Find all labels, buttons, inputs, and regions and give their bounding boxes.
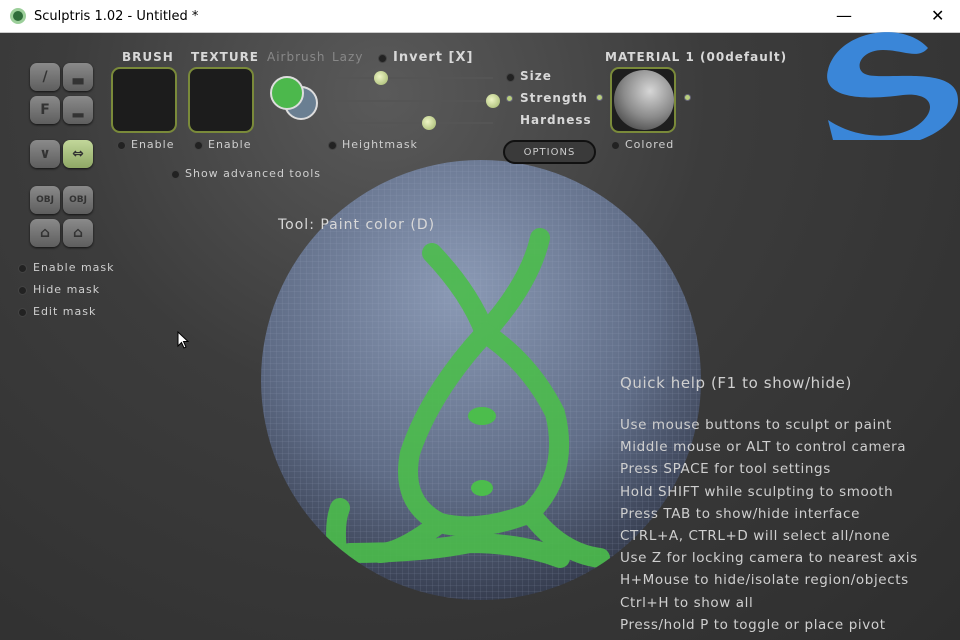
hide-mask-toggle[interactable] — [18, 286, 27, 295]
size-slider-knob[interactable] — [374, 71, 388, 85]
quick-help-line: Ctrl+H to show all — [620, 594, 754, 611]
symmetry-button[interactable]: ⇔ — [63, 140, 93, 168]
mouse-cursor-icon — [177, 331, 189, 349]
options-button[interactable]: OPTIONS — [503, 140, 596, 164]
quick-help-title: Quick help (F1 to show/hide) — [620, 374, 852, 392]
texture-swatch[interactable] — [188, 67, 254, 133]
texture-enable-label[interactable]: Enable — [208, 138, 251, 151]
quick-help-line: Press TAB to show/hide interface — [620, 505, 860, 522]
crease-tool-button[interactable]: ▃ — [63, 63, 93, 91]
material-prev-button[interactable] — [596, 94, 603, 101]
quick-help-line: Use Z for locking camera to nearest axis — [620, 550, 918, 567]
quick-help-line: Use mouse buttons to sculpt or paint — [620, 417, 892, 433]
size-label: Size — [520, 69, 552, 83]
app-icon — [10, 8, 26, 24]
material-next-button[interactable] — [684, 94, 691, 101]
enable-mask-label[interactable]: Enable mask — [33, 261, 115, 274]
heightmask-label[interactable]: Heightmask — [342, 138, 418, 151]
strength-slider[interactable] — [333, 94, 500, 108]
quick-help-line: Press/hold P to toggle or place pivot — [620, 616, 886, 633]
heightmask-toggle[interactable] — [328, 141, 337, 150]
inflate-tool-button[interactable]: ▂ — [63, 96, 93, 124]
texture-label: TEXTURE — [191, 50, 260, 64]
open-file-button[interactable]: ⌂ — [30, 219, 60, 247]
quick-help-line: Press SPACE for tool settings — [620, 461, 831, 478]
hardness-label: Hardness — [520, 113, 592, 127]
hardness-slider-knob[interactable] — [422, 116, 436, 130]
material-preview[interactable] — [610, 67, 676, 133]
texture-enable-toggle[interactable] — [194, 141, 203, 150]
export-obj-button[interactable]: OBJ — [63, 186, 93, 214]
reduce-tool-button[interactable]: ∨ — [30, 140, 60, 168]
enable-mask-toggle[interactable] — [18, 264, 27, 273]
size-slider[interactable] — [333, 71, 493, 85]
material-sphere — [614, 70, 674, 130]
strength-slider-knob[interactable] — [486, 94, 500, 108]
sculptris-logo-icon — [827, 32, 958, 140]
brush-enable-toggle[interactable] — [117, 141, 126, 150]
strength-label: Strength — [520, 91, 588, 105]
material-label: MATERIAL 1 (00default) — [605, 50, 788, 64]
edit-mask-toggle[interactable] — [18, 308, 27, 317]
colored-label[interactable]: Colored — [625, 138, 674, 151]
colored-toggle[interactable] — [611, 141, 620, 150]
edit-mask-label[interactable]: Edit mask — [33, 305, 96, 318]
primary-color-swatch[interactable] — [270, 76, 304, 110]
strength-pressure-toggle[interactable] — [506, 95, 513, 102]
window-title: Sculptris 1.02 - Untitled * — [34, 8, 199, 24]
quick-help-line: CTRL+A, CTRL+D will select all/none — [620, 528, 891, 544]
tool-label: Tool: Paint color (D) — [278, 217, 436, 233]
lazy-toggle[interactable]: Lazy — [332, 50, 363, 64]
show-advanced-label[interactable]: Show advanced tools — [185, 167, 321, 180]
brush-enable-label[interactable]: Enable — [131, 138, 174, 151]
quick-help-line: Middle mouse or ALT to control camera — [620, 439, 907, 456]
show-advanced-toggle[interactable] — [171, 170, 180, 179]
quick-help-line: H+Mouse to hide/isolate region/objects — [620, 572, 909, 589]
invert-toggle[interactable] — [378, 54, 387, 63]
hardness-slider[interactable] — [333, 116, 493, 130]
quick-help-line: Hold SHIFT while sculpting to smooth — [620, 483, 894, 500]
invert-label[interactable]: Invert [X] — [393, 50, 473, 65]
viewport[interactable]: / ▃ F ▂ ∨ ⇔ OBJ OBJ ⌂ ⌂ Enable mask Hide… — [0, 32, 960, 640]
hide-mask-label[interactable]: Hide mask — [33, 283, 100, 296]
size-pressure-toggle[interactable] — [506, 73, 515, 82]
save-file-button[interactable]: ⌂ — [63, 219, 93, 247]
brush-label: BRUSH — [122, 50, 174, 64]
airbrush-toggle[interactable]: Airbrush — [267, 50, 326, 64]
import-obj-button[interactable]: OBJ — [30, 186, 60, 214]
flatten-tool-button[interactable]: F — [30, 96, 60, 124]
brush-swatch[interactable] — [111, 67, 177, 133]
draw-tool-button[interactable]: / — [30, 63, 60, 91]
